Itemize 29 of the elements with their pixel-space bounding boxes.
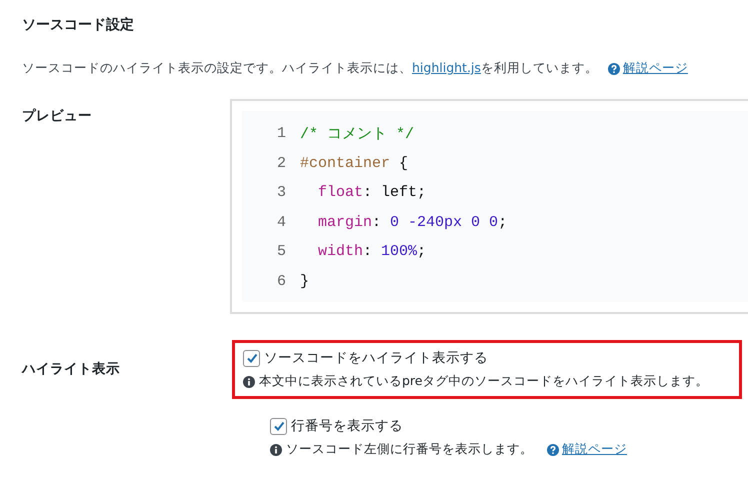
line-number: 1 (276, 125, 287, 142)
code-line: width: 100%; (317, 243, 426, 260)
help-link[interactable]: 解説ページ (622, 60, 688, 77)
help-link[interactable]: 解説ページ (562, 441, 627, 458)
code-line: #container { (300, 154, 408, 172)
checkbox-label[interactable]: ソースコードをハイライト表示する (264, 349, 488, 367)
section-title: ソースコード設定 (22, 16, 135, 34)
code-line: margin: 0 -240px 0 0; (317, 214, 508, 231)
option-note: ソースコード左側に行番号を表示します。 (286, 441, 533, 458)
line-number: 3 (276, 184, 287, 202)
highlight-label: ハイライト表示 (22, 360, 121, 379)
code-line: } (300, 272, 310, 290)
line-number: 5 (276, 243, 287, 260)
code-line: /* コメント */ (300, 125, 414, 144)
line-number: 2 (276, 154, 287, 172)
checkbox[interactable] (243, 350, 260, 366)
preview-label: プレビュー (22, 107, 93, 126)
info-icon (243, 376, 255, 388)
line-number: 4 (276, 214, 287, 231)
checkbox[interactable] (270, 418, 287, 434)
help-icon (608, 62, 620, 74)
line-number: 6 (276, 272, 287, 290)
checkbox-label[interactable]: 行番号を表示する (291, 417, 403, 435)
info-icon (270, 444, 282, 456)
description: ソースコードのハイライト表示の設定です。ハイライト表示には、highlight.jsを利用しています。 (22, 60, 598, 77)
code-line: float: left; (317, 184, 426, 202)
option-note: 本文中に表示されているpreタグ中のソースコードをハイライト表示します。 (259, 373, 708, 390)
help-icon (547, 444, 559, 456)
highlightjs-link[interactable]: highlight.js (412, 60, 481, 75)
